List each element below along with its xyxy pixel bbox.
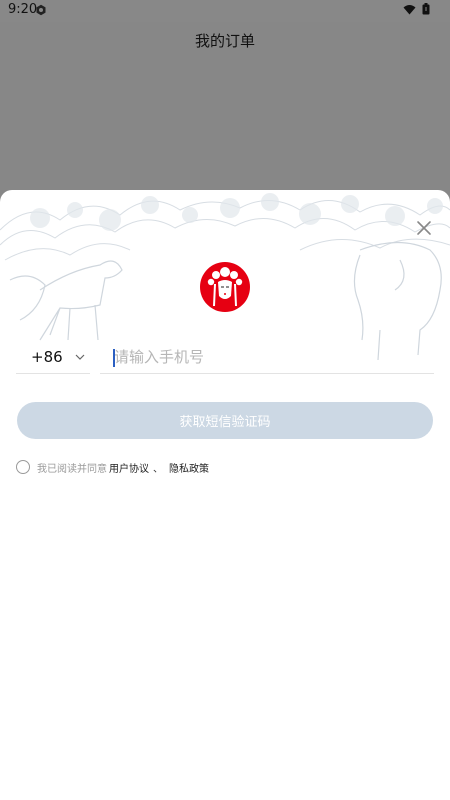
user-agreement-link[interactable]: 用户协议 [109,460,149,475]
close-icon[interactable] [416,220,432,236]
country-code-value: +86 [31,347,63,366]
status-time: 9:20 [8,2,38,17]
opera-mask-logo [200,262,250,312]
wifi-icon [403,4,416,14]
status-icons [403,3,430,15]
agree-separator: 、 [153,463,163,475]
text-cursor [113,349,115,367]
page-title: 我的订单 [194,32,255,50]
agreement-row: 我已阅读并同意 用户协议 、 隐私政策 [16,458,209,476]
get-sms-code-button[interactable]: 获取短信验证码 [17,402,433,439]
battery-icon [422,3,430,15]
gear-icon [36,4,46,16]
agree-prefix: 我已阅读并同意 [37,463,107,475]
status-bar: 9:20 [0,0,450,22]
phone-input[interactable] [100,340,434,374]
login-sheet: +86 获取短信验证码 我已阅读并同意 用户协议 、 隐私政策 [0,190,450,800]
agree-checkbox[interactable] [16,460,30,474]
privacy-policy-link[interactable]: 隐私政策 [169,460,209,475]
chevron-down-icon [75,354,85,360]
country-code-select[interactable]: +86 [16,340,90,374]
